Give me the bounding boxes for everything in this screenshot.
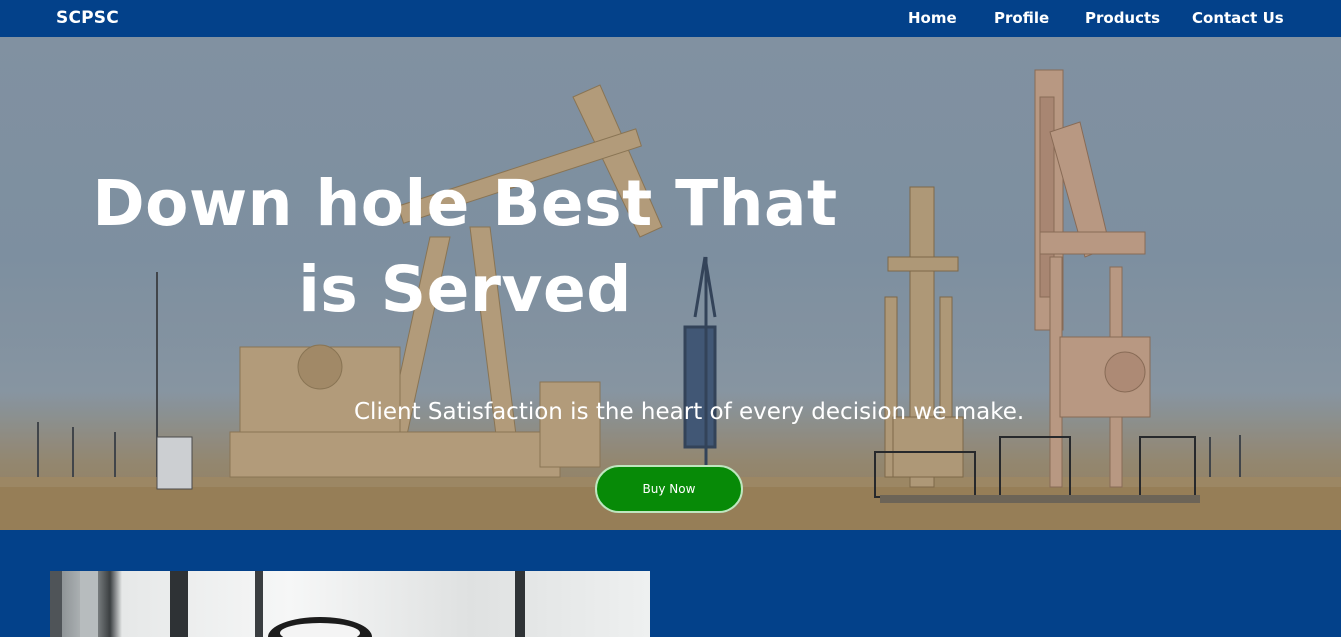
hero-title: Down hole Best That is Served [92,167,838,326]
section-image-graphic [50,571,525,637]
nav-link-products[interactable]: Products [1085,9,1160,27]
nav-link-profile[interactable]: Profile [994,9,1049,27]
hero-banner: Down hole Best That is Served Client Sat… [0,37,1341,530]
nav-links: Home Profile Products Contact Us [0,9,1341,29]
buy-now-button[interactable]: Buy Now [595,465,743,513]
hero-subtitle: Client Satisfaction is the heart of ever… [354,399,1025,425]
nav-link-contact-us[interactable]: Contact Us [1192,9,1284,27]
top-navbar: SCPSC Home Profile Products Contact Us [0,0,1341,37]
nav-link-home[interactable]: Home [908,9,957,27]
section-image [50,571,650,637]
